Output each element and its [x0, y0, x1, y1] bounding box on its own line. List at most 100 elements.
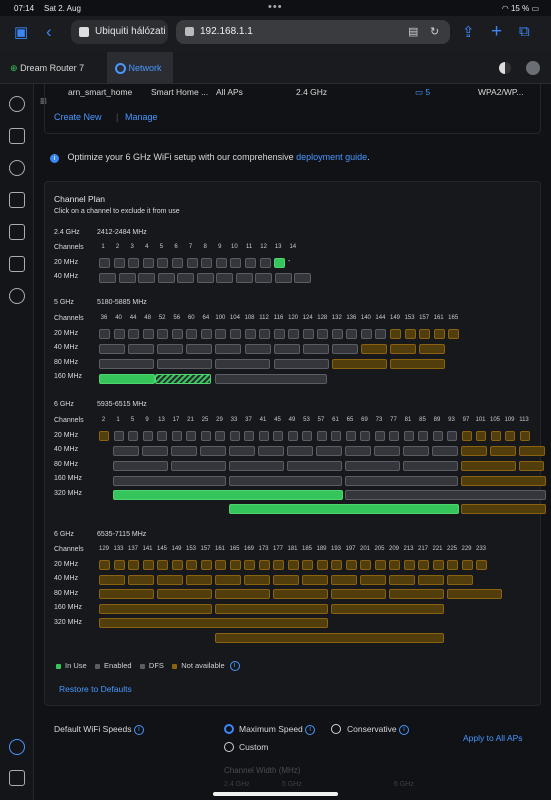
channel-5-40mhz[interactable]: [302, 344, 329, 354]
channel-6h-40mhz[interactable]: [157, 575, 183, 585]
channel-6-40mhz[interactable]: [229, 446, 255, 456]
address-bar[interactable]: 192.168.1.1 ▤ ↻: [176, 20, 450, 44]
channel-6h-40mhz[interactable]: [128, 575, 154, 585]
channel-5-20mhz[interactable]: [360, 329, 372, 339]
channel-6-20mhz[interactable]: [432, 431, 443, 441]
channel-6-20mhz[interactable]: [403, 431, 414, 441]
devices-icon[interactable]: [9, 160, 25, 176]
channel-24-40mhz[interactable]: [235, 273, 253, 283]
tab-dream-router[interactable]: ⊕ Dream Router 7: [0, 52, 100, 84]
channel-6-20mhz[interactable]: [157, 431, 167, 441]
channel-5-20mhz[interactable]: [157, 329, 169, 339]
channel-6h-40mhz[interactable]: [99, 575, 125, 585]
channel-5-20mhz[interactable]: [317, 329, 329, 339]
insights-icon[interactable]: [9, 256, 25, 272]
channel-6-40mhz[interactable]: [287, 446, 313, 456]
channel-24-40mhz[interactable]: [255, 273, 272, 283]
avatar[interactable]: [526, 61, 540, 75]
channel-5-20mhz[interactable]: [215, 329, 227, 339]
channel-6h-20mhz[interactable]: [447, 560, 458, 570]
channel-24-40mhz[interactable]: [274, 273, 292, 283]
channel-5-40mhz[interactable]: [244, 344, 271, 354]
channel-6h-20mhz[interactable]: [302, 560, 313, 570]
channel-5-160mhz[interactable]: [215, 374, 327, 384]
channel-6h-320mhz[interactable]: [99, 618, 328, 628]
channel-24-20mhz[interactable]: [201, 258, 213, 268]
channel-6-40mhz[interactable]: [374, 446, 400, 456]
channel-6-40mhz[interactable]: [113, 446, 139, 456]
channel-6h-160mhz[interactable]: [215, 604, 328, 614]
channel-6h-20mhz[interactable]: [273, 560, 284, 570]
channel-5-40mhz[interactable]: [128, 344, 155, 354]
channel-5-20mhz[interactable]: [186, 329, 198, 339]
channel-6h-20mhz[interactable]: [229, 560, 241, 570]
channel-5-20mhz[interactable]: [128, 329, 140, 339]
channel-6-20mhz[interactable]: [200, 431, 211, 441]
channel-6h-20mhz[interactable]: [287, 560, 299, 570]
channel-6-20mhz[interactable]: [519, 431, 530, 441]
channel-5-20mhz[interactable]: [229, 329, 241, 339]
channel-6h-40mhz[interactable]: [215, 575, 241, 585]
channel-6-80mhz[interactable]: [345, 461, 400, 471]
channel-5-40mhz[interactable]: [419, 344, 446, 354]
channel-6-40mhz[interactable]: [461, 446, 487, 456]
channel-5-80mhz[interactable]: [215, 359, 271, 369]
reader-icon[interactable]: ▤: [408, 25, 418, 38]
channel-6-20mhz[interactable]: [389, 431, 399, 441]
channel-6h-80mhz[interactable]: [447, 589, 502, 599]
channel-6h-40mhz[interactable]: [331, 575, 357, 585]
channel-6-40mhz[interactable]: [432, 446, 458, 456]
channel-5-40mhz[interactable]: [186, 344, 213, 354]
channel-6h-20mhz[interactable]: [171, 560, 183, 570]
channel-5-20mhz[interactable]: [302, 329, 314, 339]
channel-6-320mhz[interactable]: [461, 504, 546, 514]
channel-24-20mhz[interactable]: [157, 258, 169, 268]
not-available-info-icon[interactable]: i: [229, 661, 240, 672]
channel-6h-80mhz[interactable]: [331, 589, 386, 599]
speeds-info-icon[interactable]: i: [133, 724, 144, 735]
custom-radio[interactable]: [224, 742, 234, 752]
channel-24-40mhz[interactable]: [157, 273, 175, 283]
channel-6-80mhz[interactable]: [519, 461, 544, 471]
channel-6h-40mhz[interactable]: [418, 575, 444, 585]
channel-5-80mhz[interactable]: [99, 359, 154, 369]
channel-6-20mhz[interactable]: [99, 431, 109, 441]
channel-6-40mhz[interactable]: [200, 446, 226, 456]
topology-icon[interactable]: [9, 128, 25, 144]
channel-6-20mhz[interactable]: [273, 431, 283, 441]
back-icon[interactable]: ‹: [46, 22, 52, 42]
channel-5-80mhz[interactable]: [273, 359, 329, 369]
channel-6-80mhz[interactable]: [229, 461, 284, 471]
maximum-speed-radio[interactable]: [224, 724, 234, 734]
channel-6h-20mhz[interactable]: [113, 560, 125, 570]
channel-6-20mhz[interactable]: [186, 431, 196, 441]
channel-6-20mhz[interactable]: [142, 431, 153, 441]
channel-6-20mhz[interactable]: [418, 431, 428, 441]
channel-5-20mhz[interactable]: [390, 329, 401, 339]
channel-5-20mhz[interactable]: [244, 329, 256, 339]
channel-5-20mhz[interactable]: [375, 329, 387, 339]
channel-6-160mhz[interactable]: [345, 476, 458, 486]
channel-6h-40mhz[interactable]: [186, 575, 212, 585]
max-speed-info-icon[interactable]: i: [305, 724, 316, 735]
channel-5-40mhz[interactable]: [273, 344, 300, 354]
channel-5-80mhz[interactable]: [331, 359, 387, 369]
reload-icon[interactable]: ↻: [430, 25, 439, 38]
channel-6-20mhz[interactable]: [374, 431, 385, 441]
channel-5-80mhz[interactable]: [390, 359, 445, 369]
channel-6-20mhz[interactable]: [171, 431, 182, 441]
channel-6-40mhz[interactable]: [490, 446, 516, 456]
manage-link[interactable]: Manage: [125, 112, 158, 122]
channel-6-20mhz[interactable]: [461, 431, 472, 441]
channel-6h-40mhz[interactable]: [389, 575, 415, 585]
channel-5-20mhz[interactable]: [404, 329, 416, 339]
channel-6-20mhz[interactable]: [505, 431, 515, 441]
channel-6h-80mhz[interactable]: [273, 589, 328, 599]
channel-5-40mhz[interactable]: [99, 344, 125, 354]
channel-24-40mhz[interactable]: [138, 273, 155, 283]
share-icon[interactable]: ⇪: [462, 23, 475, 41]
channel-6-20mhz[interactable]: [244, 431, 254, 441]
channel-24-20mhz[interactable]: [99, 258, 110, 268]
channel-6h-20mhz[interactable]: [200, 560, 212, 570]
channel-5-20mhz[interactable]: [448, 329, 460, 339]
